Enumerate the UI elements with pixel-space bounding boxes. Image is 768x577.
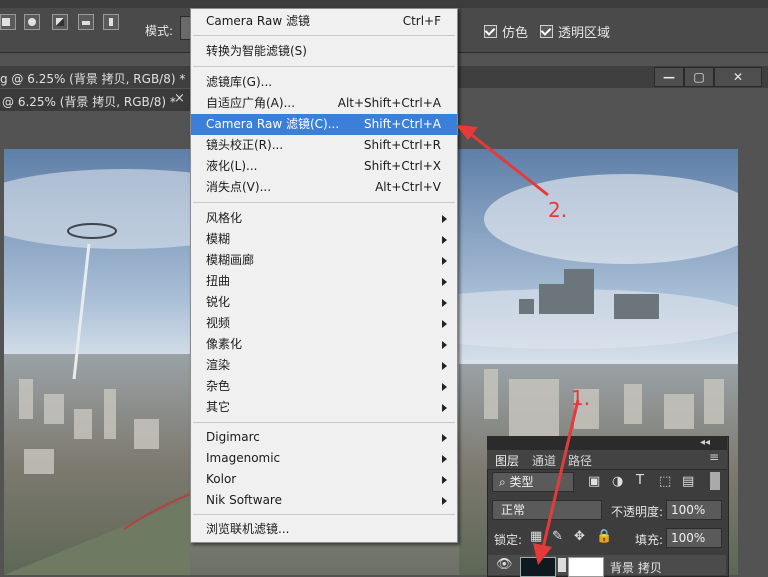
menu-item-liquify[interactable]: 液化(L)... Shift+Ctrl+X [191,156,457,177]
visibility-eye-icon[interactable]: 👁 [496,557,513,572]
submenu-arrow-icon [442,215,447,223]
fill-label: 填充: [635,533,664,547]
transparency-label: 透明区域 [558,26,611,41]
submenu-arrow-icon [442,278,447,286]
submenu-arrow-icon [442,236,447,244]
menu-separator [193,514,455,515]
submenu-arrow-icon [442,362,447,370]
tool-option-button[interactable] [24,14,40,30]
shape-filter-icon[interactable]: ⬚ [659,474,671,489]
menu-separator [193,202,455,203]
menu-item-filter-gallery[interactable]: 滤镜库(G)... [191,72,457,93]
menu-item-video[interactable]: 视频 [191,313,457,334]
menu-item-render[interactable]: 渲染 [191,355,457,376]
menu-item-vanishing-point[interactable]: 消失点(V)... Alt+Ctrl+V [191,177,457,198]
submenu-arrow-icon [442,320,447,328]
menu-separator [193,422,455,423]
menu-item-lens-correction[interactable]: 镜头校正(R)... Shift+Ctrl+R [191,135,457,156]
filter-toggle-icon[interactable] [710,472,720,490]
menu-item-blur-gallery[interactable]: 模糊画廊 [191,250,457,271]
tool-option-button[interactable] [52,14,68,30]
checkbox-check-icon [484,25,497,38]
mode-label: 模式: [145,24,174,38]
submenu-arrow-icon [442,341,447,349]
submenu-arrow-icon [442,299,447,307]
opacity-input[interactable]: 100% [666,500,722,520]
submenu-arrow-icon [442,497,447,505]
layer-filter-select[interactable]: ⌕ 类型 [492,472,574,492]
tool-option-button[interactable] [0,14,16,30]
menu-item-browse-filters-online[interactable]: 浏览联机滤镜... [191,519,457,540]
close-icon[interactable]: × [174,91,185,106]
chain-link-icon[interactable] [558,558,566,572]
fill-input[interactable]: 100% [666,528,722,548]
collapse-panel-icon[interactable]: ◂◂ [700,437,710,448]
menu-item-last-filter[interactable]: Camera Raw 滤镜 Ctrl+F [191,11,457,32]
menu-item-camera-raw-filter[interactable]: Camera Raw 滤镜(C)... Shift+Ctrl+A [191,114,457,135]
image-filter-icon[interactable]: ▣ [588,474,600,489]
tab-paths[interactable]: 路径 [568,452,592,469]
canvas-pasteboard [738,111,768,575]
submenu-arrow-icon [442,404,447,412]
maximize-button[interactable]: ▢ [684,67,714,87]
menu-item-other[interactable]: 其它 [191,397,457,418]
tab-layers[interactable]: 图层 [495,452,519,469]
submenu-arrow-icon [442,257,447,265]
panel-tab-bar [487,450,727,470]
smart-object-filter-icon[interactable]: ▤ [682,474,694,489]
blend-mode-select[interactable]: 正常 [492,500,602,520]
menu-item-digimarc[interactable]: Digimarc [191,427,457,448]
tool-option-button[interactable] [103,14,119,30]
submenu-arrow-icon [442,455,447,463]
tab-channels[interactable]: 通道 [532,452,556,469]
menu-item-sharpen[interactable]: 锐化 [191,292,457,313]
layer-name: 背景 拷贝 [610,561,662,575]
minimize-button[interactable]: — [654,67,684,87]
layer-thumbnail [520,557,556,577]
menu-item-nik-software[interactable]: Nik Software [191,490,457,511]
lock-transparent-icon[interactable]: ▦ [530,529,542,544]
close-button[interactable]: ✕ [714,67,762,87]
menu-item-kolor[interactable]: Kolor [191,469,457,490]
search-icon: ⌕ [499,475,510,489]
submenu-arrow-icon [442,476,447,484]
menu-item-blur[interactable]: 模糊 [191,229,457,250]
menu-item-stylize[interactable]: 风格化 [191,208,457,229]
transparency-checkbox[interactable]: 透明区域 [540,22,610,41]
menu-item-distort[interactable]: 扭曲 [191,271,457,292]
annotation-step-1: 1. [571,386,591,410]
menu-item-convert-smart-filter[interactable]: 转换为智能滤镜(S) [191,41,457,62]
layer-mask-thumbnail[interactable] [568,557,604,577]
menu-separator [193,66,455,67]
menu-item-pixelate[interactable]: 像素化 [191,334,457,355]
dither-label: 仿色 [502,26,529,41]
type-filter-icon[interactable]: T [636,473,644,488]
menu-item-noise[interactable]: 杂色 [191,376,457,397]
checkbox-check-icon [540,25,553,38]
tool-option-button[interactable] [78,14,94,30]
lock-brush-icon[interactable]: ✎ [552,529,563,544]
document-tab-active[interactable]: @ 6.25% (背景 拷贝, RGB/8) * [2,93,176,110]
filter-menu: Camera Raw 滤镜 Ctrl+F 转换为智能滤镜(S) 滤镜库(G)...… [190,8,458,543]
menu-separator [193,35,455,36]
annotation-step-2: 2. [548,198,568,222]
submenu-arrow-icon [442,434,447,442]
lock-all-icon[interactable]: 🔒 [596,529,612,544]
panel-header [487,436,727,450]
menu-item-imagenomic[interactable]: Imagenomic [191,448,457,469]
adjustment-filter-icon[interactable]: ◑ [612,474,623,489]
lock-move-icon[interactable]: ✥ [574,529,585,544]
app-menubar [0,0,768,8]
submenu-arrow-icon [442,383,447,391]
opacity-label: 不透明度: [611,505,664,519]
lock-label: 锁定: [494,533,523,547]
menu-item-adaptive-wide-angle[interactable]: 自适应广角(A)... Alt+Shift+Ctrl+A [191,93,457,114]
dither-checkbox[interactable]: 仿色 [484,22,528,41]
document-tab[interactable]: g @ 6.25% (背景 拷贝, RGB/8) * [0,70,185,87]
panel-menu-icon[interactable]: ≡ [709,450,719,464]
